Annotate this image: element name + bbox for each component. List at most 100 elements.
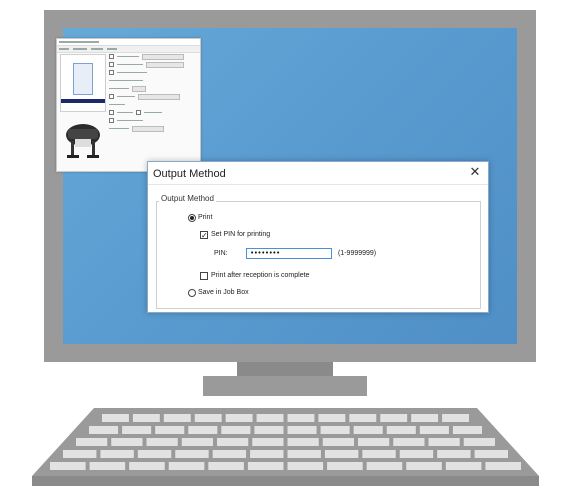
- save-in-job-box-label: Save in Job Box: [198, 289, 249, 296]
- bgwin-row: [109, 93, 195, 100]
- bgwin-checkbox: [109, 118, 114, 123]
- keyboard-key: [419, 426, 449, 434]
- keyboard-key: [168, 462, 205, 470]
- bgwin-row: [109, 125, 195, 132]
- bgwin-row: [109, 110, 195, 115]
- bgwin-line: [109, 79, 143, 82]
- bgwin-checkbox: [136, 110, 141, 115]
- keyboard: [32, 404, 539, 486]
- keyboard-key: [287, 414, 315, 422]
- keyboard-key: [247, 462, 284, 470]
- bgwin-row: [109, 85, 195, 92]
- bgwin-field: [138, 93, 180, 100]
- bgwin-row: [109, 118, 195, 123]
- dialog-title: Output Method: [153, 168, 226, 180]
- keyboard-key: [250, 450, 284, 458]
- bgwin-tab: [73, 48, 87, 50]
- keyboard-key: [287, 462, 324, 470]
- keyboard-key: [322, 438, 354, 446]
- set-pin-checkbox[interactable]: ✓: [200, 231, 208, 240]
- bgwin-line: [117, 63, 143, 66]
- keyboard-key: [366, 462, 403, 470]
- bgwin-checkbox: [109, 54, 114, 59]
- keyboard-key: [221, 426, 251, 434]
- keyboard-key: [287, 438, 319, 446]
- monitor-neck: [237, 362, 333, 376]
- keyboard-key: [256, 414, 284, 422]
- pin-label: PIN:: [214, 250, 228, 257]
- bgwin-line: [109, 103, 125, 106]
- bgwin-line: [109, 127, 129, 130]
- keyboard-key: [324, 450, 359, 458]
- group-label: Output Method: [159, 194, 216, 203]
- bgwin-row: [109, 102, 195, 107]
- keyboard-key: [318, 414, 346, 422]
- bgwin-row: [109, 70, 195, 75]
- keyboard-key: [132, 414, 160, 422]
- title-divider: [148, 184, 488, 185]
- keyboard-key: [76, 438, 108, 446]
- bgwin-titlebar: [57, 39, 200, 46]
- bgwin-line: [117, 95, 135, 98]
- keyboard-key: [287, 426, 317, 434]
- bgwin-line: [117, 55, 139, 58]
- bgwin-row: [109, 78, 195, 83]
- close-icon[interactable]: ✕: [468, 165, 482, 179]
- bgwin-settings: [109, 53, 195, 134]
- keyboard-key: [89, 462, 126, 470]
- bgwin-field: [132, 125, 164, 132]
- bgwin-tabs: [57, 46, 200, 53]
- bgwin-field: [132, 85, 146, 92]
- keyboard-key: [155, 426, 185, 434]
- monitor-base: [203, 376, 367, 396]
- page-preview: [60, 54, 106, 112]
- keyboard-key: [386, 426, 416, 434]
- keyboard-key: [358, 438, 390, 446]
- keyboard-key: [428, 438, 460, 446]
- keyboard-key: [399, 450, 434, 458]
- keyboard-key: [463, 438, 495, 446]
- keyboard-key: [212, 450, 247, 458]
- pin-range-hint: (1-9999999): [338, 250, 377, 257]
- keyboard-key: [89, 426, 119, 434]
- keyboard-key: [411, 414, 439, 422]
- keyboard-key: [349, 414, 377, 422]
- print-after-reception-checkbox[interactable]: [200, 272, 208, 280]
- keyboard-key: [208, 462, 244, 470]
- keyboard-key: [445, 462, 482, 470]
- bgwin-tab: [59, 48, 69, 50]
- bgwin-checkbox: [109, 110, 114, 115]
- keyboard-key: [252, 438, 284, 446]
- keyboard-key: [111, 438, 143, 446]
- save-in-job-box-radio[interactable]: [188, 289, 196, 297]
- keyboard-key: [188, 426, 218, 434]
- bgwin-field: [142, 53, 184, 60]
- print-radio-label: Print: [198, 214, 213, 221]
- keyboard-key: [146, 438, 178, 446]
- pin-input[interactable]: ••••••••: [246, 248, 332, 259]
- bgwin-line: [117, 71, 147, 74]
- keyboard-key: [175, 450, 209, 458]
- keyboard-key: [217, 438, 249, 446]
- keyboard-key: [63, 450, 97, 458]
- keyboard-key: [485, 462, 521, 470]
- printer-icon: [66, 124, 100, 158]
- keyboard-key: [320, 426, 350, 434]
- keyboard-key: [393, 438, 425, 446]
- keyboard-key: [406, 462, 442, 470]
- keyboard-key: [327, 462, 363, 470]
- keyboard-key: [474, 450, 508, 458]
- bgwin-line: [144, 111, 162, 114]
- keyboard-key: [194, 414, 222, 422]
- keyboard-key: [380, 414, 408, 422]
- bgwin-checkbox: [109, 62, 114, 67]
- print-radio[interactable]: [188, 214, 196, 222]
- keyboard-key: [362, 450, 396, 458]
- bgwin-row: [109, 61, 195, 68]
- bgwin-line: [117, 111, 133, 114]
- keyboard-key: [102, 414, 129, 422]
- keyboard-key: [287, 450, 321, 458]
- bgwin-row: [109, 53, 195, 60]
- keyboard-key: [129, 462, 165, 470]
- bgwin-checkbox: [109, 94, 114, 99]
